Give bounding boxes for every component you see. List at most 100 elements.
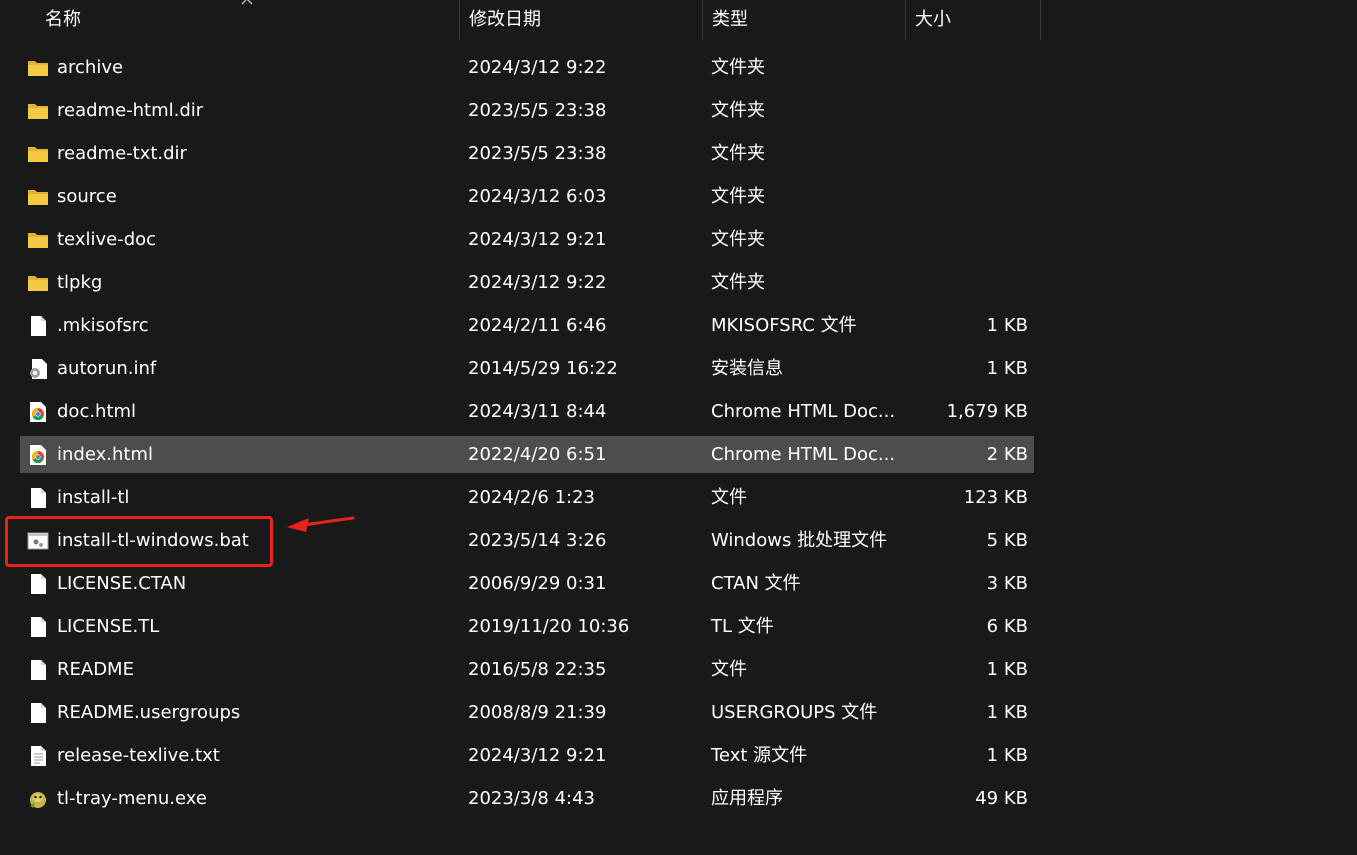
folder-icon [27,57,49,79]
file-type: Text 源文件 [711,745,808,766]
file-row[interactable]: README 2016/5/8 22:35 文件 1 KB [20,651,1034,688]
file-type: 文件夹 [711,229,765,250]
file-row[interactable]: LICENSE.CTAN 2006/9/29 0:31 CTAN 文件 3 KB [20,565,1034,602]
file-row[interactable]: tlpkg 2024/3/12 9:22 文件夹 [20,264,1034,301]
folder-icon [27,186,49,208]
file-size: 1 KB [986,315,1028,336]
file-name: LICENSE.CTAN [57,573,187,594]
file-date-modified: 2023/3/8 4:43 [468,788,595,809]
file-type: CTAN 文件 [711,573,801,594]
file-date-modified: 2023/5/5 23:38 [468,100,607,121]
file-icon [27,702,49,724]
file-date-modified: 2023/5/14 3:26 [468,530,607,551]
column-header-date[interactable]: 修改日期 [459,0,702,40]
file-icon [27,573,49,595]
file-date-modified: 2008/8/9 21:39 [468,702,607,723]
file-row[interactable]: readme-txt.dir 2023/5/5 23:38 文件夹 [20,135,1034,172]
file-name: archive [57,57,124,78]
file-explorer-window: 名称 修改日期 类型 大小 archive 2024/3/12 9:22 文件夹 re… [0,0,1357,855]
file-size: 1,679 KB [946,401,1028,422]
file-date-modified: 2006/9/29 0:31 [468,573,607,594]
file-date-modified: 2024/3/12 6:03 [468,186,607,207]
file-row[interactable]: install-tl 2024/2/6 1:23 文件 123 KB [20,479,1034,516]
file-name: doc.html [57,401,137,422]
tl-tray-app-icon [27,788,49,810]
file-row[interactable]: autorun.inf 2014/5/29 16:22 安装信息 1 KB [20,350,1034,387]
folder-icon [27,100,49,122]
file-date-modified: 2019/11/20 10:36 [468,616,630,637]
file-row[interactable]: LICENSE.TL 2019/11/20 10:36 TL 文件 6 KB [20,608,1034,645]
file-name: release-texlive.txt [57,745,220,766]
file-date-modified: 2016/5/8 22:35 [468,659,607,680]
file-row[interactable]: index.html 2022/4/20 6:51 Chrome HTML Doc.… [20,436,1034,473]
file-type: 文件夹 [711,186,765,207]
file-type: 文件夹 [711,143,765,164]
file-icon [27,616,49,638]
text-file-icon [27,745,49,767]
file-type: 安装信息 [711,358,783,379]
file-type: USERGROUPS 文件 [711,702,878,723]
file-type: Chrome HTML Doc... [711,401,896,422]
file-size: 6 KB [986,616,1028,637]
column-header-size[interactable]: 大小 [905,0,1040,40]
folder-icon [27,272,49,294]
file-icon [27,315,49,337]
file-size: 123 KB [963,487,1028,508]
file-date-modified: 2024/3/12 9:21 [468,745,607,766]
file-row[interactable]: doc.html 2024/3/11 8:44 Chrome HTML Doc...… [20,393,1034,430]
file-name: source [57,186,117,207]
file-name: readme-html.dir [57,100,204,121]
file-name: readme-txt.dir [57,143,187,164]
file-name: tl-tray-menu.exe [57,788,207,809]
annotation-highlight-box [5,516,273,567]
file-row[interactable]: texlive-doc 2024/3/12 9:21 文件夹 [20,221,1034,258]
chrome-html-icon [27,444,49,466]
file-row[interactable]: README.usergroups 2008/8/9 21:39 USERGROUP… [20,694,1034,731]
file-size: 1 KB [986,659,1028,680]
file-name: autorun.inf [57,358,157,379]
column-divider[interactable] [1040,0,1041,40]
file-row[interactable]: readme-html.dir 2023/5/5 23:38 文件夹 [20,92,1034,129]
file-date-modified: 2024/3/12 9:21 [468,229,607,250]
file-name: install-tl [57,487,130,508]
column-header-name[interactable]: 名称 [35,0,459,40]
file-date-modified: 2014/5/29 16:22 [468,358,618,379]
file-size: 1 KB [986,358,1028,379]
folder-icon [27,229,49,251]
file-size: 49 KB [975,788,1028,809]
file-date-modified: 2024/3/12 9:22 [468,57,607,78]
file-type: 文件 [711,659,747,680]
file-name: .mkisofsrc [57,315,149,336]
file-row[interactable]: release-texlive.txt 2024/3/12 9:21 Text 源文… [20,737,1034,774]
file-type: Chrome HTML Doc... [711,444,896,465]
file-size: 2 KB [986,444,1028,465]
column-header-bar: 名称 修改日期 类型 大小 [0,0,1357,40]
file-size: 5 KB [986,530,1028,551]
file-name: index.html [57,444,153,465]
file-type: MKISOFSRC 文件 [711,315,857,336]
file-name: README [57,659,134,680]
column-header-type[interactable]: 类型 [702,0,905,40]
file-name: tlpkg [57,272,103,293]
file-date-modified: 2024/3/11 8:44 [468,401,607,422]
file-date-modified: 2024/2/6 1:23 [468,487,595,508]
file-type: 文件夹 [711,57,765,78]
file-name: LICENSE.TL [57,616,160,637]
chrome-html-icon [27,401,49,423]
file-date-modified: 2024/2/11 6:46 [468,315,607,336]
file-size: 3 KB [986,573,1028,594]
file-row[interactable]: source 2024/3/12 6:03 文件夹 [20,178,1034,215]
file-type: TL 文件 [711,616,774,637]
file-type: Windows 批处理文件 [711,530,888,551]
file-type: 应用程序 [711,788,783,809]
file-row[interactable]: tl-tray-menu.exe 2023/3/8 4:43 应用程序 49 KB [20,780,1034,817]
file-name: texlive-doc [57,229,157,250]
file-date-modified: 2022/4/20 6:51 [468,444,607,465]
file-row[interactable]: .mkisofsrc 2024/2/11 6:46 MKISOFSRC 文件 1 KB [20,307,1034,344]
file-icon [27,487,49,509]
file-row[interactable]: archive 2024/3/12 9:22 文件夹 [20,49,1034,86]
file-icon [27,659,49,681]
file-type: 文件 [711,487,747,508]
setup-info-icon [27,358,49,380]
annotation-arrow-icon [287,516,355,532]
